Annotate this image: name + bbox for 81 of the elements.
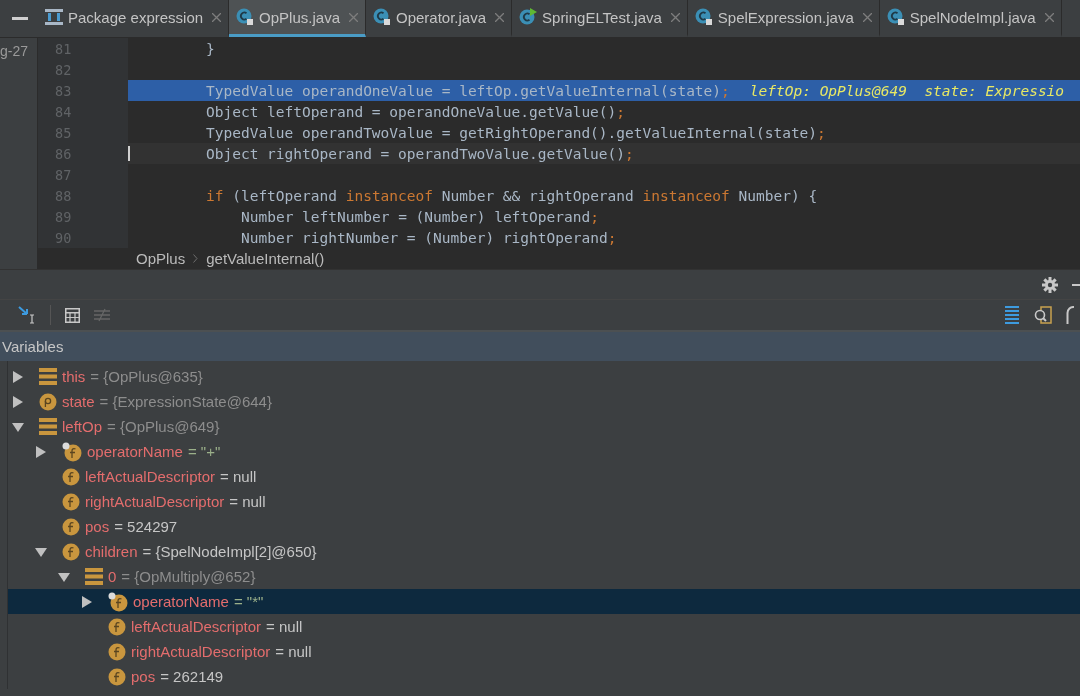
variable-name[interactable]: operatorName [133,593,229,610]
field-icon [108,617,126,636]
project-item-label[interactable]: g-27 [0,43,29,59]
editor-tab[interactable]: SpringELTest.java [512,0,688,37]
field-icon [62,492,80,511]
field-icon [62,441,82,462]
class-icon [886,8,905,26]
variable-value: = null [266,618,303,635]
chevron-icon [193,254,199,263]
editor-tab[interactable]: SpelNodeImpl.java [879,0,1062,37]
class-icon [236,8,255,26]
parameter-icon [39,392,57,411]
settings-icon[interactable] [1042,276,1058,293]
variable-name[interactable]: pos [131,668,156,685]
close-icon[interactable] [495,12,505,22]
close-icon[interactable] [670,12,680,22]
object-icon [85,568,103,585]
panel-title: Variables [2,338,64,355]
minimize-icon[interactable] [1072,283,1080,286]
class-icon [372,8,391,26]
collapsed-arrow-icon[interactable] [12,370,24,383]
expanded-arrow-icon[interactable] [58,570,70,583]
object-icon [39,418,57,435]
variable-value: = "+" [187,443,221,460]
class-run-icon [519,8,538,26]
field-icon [108,667,126,686]
collapsed-arrow-icon[interactable] [12,395,24,408]
field-icon [108,591,128,612]
variable-name[interactable]: rightActualDescriptor [131,643,271,660]
watch-icon[interactable] [1034,306,1052,324]
variable-name[interactable]: operatorName [87,443,183,460]
variable-name[interactable]: leftActualDescriptor [131,618,262,635]
editor-tab[interactable]: OpPlus.java [229,0,366,37]
calculator-icon[interactable] [65,307,80,323]
breadcrumb-item[interactable]: OpPlus [136,250,186,267]
field-icon [62,467,80,486]
variable-name[interactable]: pos [85,518,110,535]
variable-name[interactable]: 0 [108,568,117,585]
code-line: } [205,39,216,59]
expanded-arrow-icon[interactable] [12,420,24,433]
variable-value: = null [220,468,257,485]
variable-value: = {ExpressionState@644} [99,393,272,410]
close-icon[interactable] [1044,12,1054,22]
structure-icon [45,9,63,25]
arc-icon[interactable] [1066,306,1074,324]
code-line: Number leftNumber = (Number) leftOperand; [240,207,600,227]
code-line: Number rightNumber = (Number) rightOperand; [240,228,618,248]
field-icon [62,542,80,561]
editor-tab[interactable]: SpelExpression.java [687,0,880,37]
minimize-icon[interactable] [12,17,28,21]
close-icon[interactable] [212,12,222,22]
variable-value: = "*" [233,593,264,610]
variable-name[interactable]: this [62,368,86,385]
code-line: Object leftOperand = operandOneValue.getValue(); [205,102,627,122]
variable-value: = {OpPlus@649} [107,418,220,435]
class-icon [694,8,713,26]
list-icon[interactable] [1004,306,1020,324]
variable-name[interactable]: leftActualDescriptor [85,468,216,485]
field-icon [62,517,80,536]
expanded-arrow-icon[interactable] [35,545,47,558]
variable-value: = 524297 [114,518,178,535]
breadcrumb-item[interactable]: getValueInternal() [206,250,325,267]
collapsed-arrow-icon[interactable] [35,445,47,458]
variable-value: = {OpMultiply@652} [121,568,256,585]
variable-value: = null [229,493,266,510]
variable-name[interactable]: rightActualDescriptor [85,493,225,510]
step-into-icon[interactable] [18,306,36,324]
code-line: TypedValue operandTwoValue = getRightOperand().getValueInternal(state); [205,123,827,143]
editor-tab[interactable]: Operator.java [365,0,513,37]
variable-value: = 262149 [160,668,224,685]
code-line: if (leftOperand instanceof Number && rightOperand instanceof Number) { [205,186,819,206]
variable-value: = {OpPlus@635} [90,368,203,385]
object-icon [39,368,57,385]
variable-name[interactable]: state [62,393,95,410]
variable-name[interactable]: leftOp [62,418,103,435]
close-icon[interactable] [862,12,872,22]
field-icon [108,642,126,661]
variable-value: = {SpelNodeImpl[2]@650} [142,543,317,560]
variable-value: = null [275,643,312,660]
variable-name[interactable]: children [85,543,138,560]
collapsed-arrow-icon[interactable] [81,595,93,608]
